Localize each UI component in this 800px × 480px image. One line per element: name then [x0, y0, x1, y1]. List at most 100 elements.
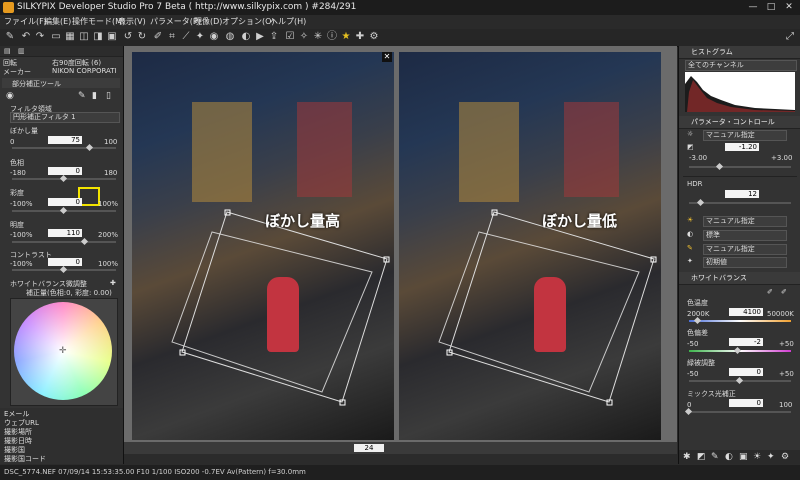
rotate-left-icon[interactable]: ↺ [122, 31, 134, 43]
rotate-right-icon[interactable]: ↻ [136, 31, 148, 43]
tone-select[interactable]: 標準 [703, 230, 787, 241]
brightness-value[interactable]: 110 [48, 229, 82, 237]
partial-correction-icon[interactable]: ◍ [224, 31, 236, 43]
hue-value[interactable]: 0 [48, 167, 82, 175]
exposure-mode-select[interactable]: マニュアル指定 [703, 130, 787, 141]
tool-c-icon[interactable]: ▯ [106, 91, 111, 101]
maximize-button[interactable]: □ [762, 1, 780, 13]
bt-g-icon[interactable]: ✦ [767, 452, 775, 462]
blur-thumb[interactable] [85, 143, 94, 152]
fine-thumb[interactable] [735, 376, 744, 385]
red-eye-icon[interactable]: ◉ [208, 31, 220, 43]
export-icon[interactable]: ⇪ [268, 31, 280, 43]
brightness-thumb[interactable] [80, 237, 88, 246]
tab-info-icon[interactable]: ▤ [4, 47, 11, 55]
settings-icon[interactable]: ✳ [312, 31, 324, 43]
blur-value[interactable]: 75 [48, 136, 82, 144]
view-compare-icon[interactable]: ◫ [78, 31, 90, 43]
fullscreen-icon[interactable]: ⤢ [784, 31, 796, 43]
pin-icon[interactable]: ✚ [110, 279, 116, 287]
menu-options[interactable]: オプション(O) [222, 15, 275, 29]
menu-develop[interactable]: 現像(D) [194, 15, 222, 29]
exposure-thumb[interactable] [715, 162, 723, 171]
tag-icon[interactable]: ✧ [298, 31, 310, 43]
saturation-thumb[interactable] [59, 206, 68, 215]
info-icon[interactable]: ⓘ [326, 31, 338, 43]
default-select[interactable]: 初期値 [703, 257, 787, 268]
tab-meta-icon[interactable]: ▥ [18, 47, 25, 55]
menu-edit[interactable]: 編集(E) [44, 15, 71, 29]
photo-right[interactable]: ぼかし量低 [399, 52, 661, 440]
hdr-thumb[interactable] [697, 198, 705, 207]
mark-icon[interactable]: ☑ [284, 31, 296, 43]
close-button[interactable]: ✕ [780, 1, 798, 13]
temp-thumb[interactable] [694, 316, 702, 325]
view-single-icon[interactable]: ▭ [50, 31, 62, 43]
channel-select[interactable]: 全てのチャンネル [685, 60, 797, 71]
bt-h-icon[interactable]: ⚙ [781, 452, 789, 462]
eyedropper-icon[interactable]: ✐ [767, 288, 773, 296]
contrast-max: 100% [98, 260, 119, 268]
develop-icon[interactable]: ▶ [254, 31, 266, 43]
crop-icon[interactable]: ⌗ [166, 31, 178, 43]
bt-b-icon[interactable]: ◩ [697, 452, 706, 462]
menu-help[interactable]: ヘルプ(H) [270, 15, 306, 29]
dust-icon[interactable]: ✦ [194, 31, 206, 43]
bt-d-icon[interactable]: ◐ [725, 452, 733, 462]
filter-select[interactable]: 円形補正フィルタ 1 [10, 112, 120, 123]
tool-a-icon[interactable]: ✎ [78, 91, 86, 101]
exposure-slider[interactable] [689, 166, 791, 168]
eyedropper2-icon[interactable]: ✐ [781, 288, 787, 296]
puzzle-icon[interactable]: ✚ [354, 31, 366, 43]
menu-file[interactable]: ファイル(F) [4, 15, 47, 29]
hdr-value[interactable]: 12 [725, 190, 759, 198]
photo-left[interactable]: ぼかし量高 [132, 52, 394, 440]
gear-icon[interactable]: ⚙ [368, 31, 380, 43]
sharpness-icon: ✎ [687, 244, 693, 252]
info-key-maker: メーカー [3, 68, 31, 76]
temp-value[interactable]: 4100 [729, 308, 763, 316]
hdr-slider[interactable] [689, 202, 791, 204]
bt-a-icon[interactable]: ✱ [683, 452, 691, 462]
wb-eyedropper-icon[interactable]: ✐ [152, 31, 164, 43]
tint-thumb[interactable] [733, 346, 741, 355]
minimize-button[interactable]: — [744, 1, 762, 13]
mix-value[interactable]: 0 [729, 399, 763, 407]
exposure-value[interactable]: -1.20 [725, 143, 759, 151]
meta-country-code: 撮影国コード [4, 455, 46, 463]
straighten-icon[interactable]: ⟋ [180, 31, 192, 43]
bt-f-icon[interactable]: ☀ [753, 452, 761, 462]
star-icon[interactable]: ★ [340, 31, 352, 43]
mix-thumb[interactable] [684, 407, 693, 416]
tint-value[interactable]: -2 [729, 338, 763, 346]
preview-scrollbar[interactable]: 24 [124, 442, 677, 454]
view-grid-icon[interactable]: ▦ [64, 31, 76, 43]
mix-slider[interactable] [689, 411, 791, 413]
tool-b-icon[interactable]: ▮ [92, 91, 97, 101]
contrast-thumb[interactable] [59, 265, 68, 274]
blur-slider[interactable] [12, 147, 116, 149]
zoom-field[interactable]: 24 [354, 444, 384, 452]
hue-thumb[interactable] [59, 174, 68, 183]
color-wheel-cursor-icon[interactable]: ✛ [59, 346, 67, 356]
contrast-value[interactable]: 0 [48, 258, 82, 266]
target-icon[interactable]: ◉ [6, 91, 14, 101]
view-full-icon[interactable]: ▣ [106, 31, 118, 43]
saturation-value[interactable]: 0 [48, 198, 82, 206]
redo-icon[interactable]: ↷ [34, 31, 46, 43]
tint-max: +50 [779, 340, 794, 348]
wb-mode-select[interactable]: マニュアル指定 [703, 216, 787, 227]
bt-c-icon[interactable]: ✎ [711, 452, 719, 462]
adjust-icon[interactable]: ◐ [240, 31, 252, 43]
photo-left-close-icon[interactable]: ✕ [382, 52, 392, 62]
brightness-slider[interactable] [12, 241, 116, 243]
fine-value[interactable]: 0 [729, 368, 763, 376]
temp-slider[interactable] [689, 320, 791, 322]
sharpness-select[interactable]: マニュアル指定 [703, 244, 787, 255]
view-split-icon[interactable]: ◨ [92, 31, 104, 43]
menu-view[interactable]: 表示(V) [118, 15, 146, 29]
window-title: SILKYPIX Developer Studio Pro 7 Beta ( h… [17, 2, 357, 12]
brush-icon[interactable]: ✎ [4, 31, 16, 43]
bt-e-icon[interactable]: ▣ [739, 452, 748, 462]
undo-icon[interactable]: ↶ [20, 31, 32, 43]
